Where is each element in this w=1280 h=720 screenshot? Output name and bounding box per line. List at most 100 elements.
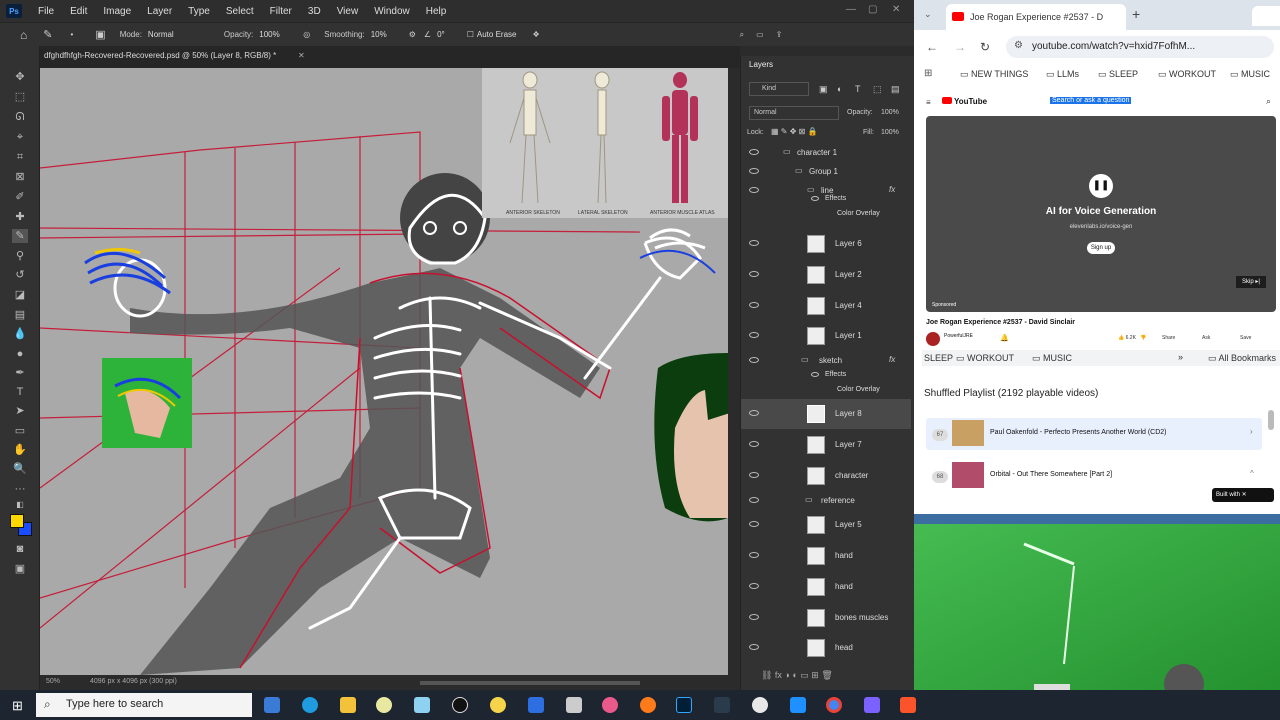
dodge-tool-icon[interactable]: ●	[12, 347, 28, 361]
built-with-badge[interactable]: Built with ✕	[1212, 488, 1274, 502]
screen-mode-icon[interactable]: ▣	[12, 562, 28, 576]
file-explorer-icon[interactable]	[340, 697, 356, 713]
menu-3d[interactable]: 3D	[300, 6, 329, 17]
mode-select[interactable]: Normal	[148, 30, 218, 39]
fill-value[interactable]: 100%	[881, 129, 899, 136]
workspace-icon[interactable]: ▭	[756, 30, 764, 39]
filter-type-icon[interactable]: T	[855, 84, 861, 94]
ad-signup-button[interactable]: Sign up	[1087, 242, 1115, 254]
app-icon-3[interactable]	[452, 697, 468, 713]
menu-help[interactable]: Help	[418, 6, 455, 17]
hand-tool-icon[interactable]: ✋	[12, 443, 28, 457]
tab-list-icon[interactable]: ⌄	[924, 9, 932, 20]
minimize-icon[interactable]: —	[846, 4, 856, 15]
horizontal-scrollbar[interactable]	[420, 681, 640, 685]
all-bookmarks[interactable]: ▭ All Bookmarks	[1208, 353, 1276, 364]
effects-row[interactable]: Effects	[741, 192, 911, 208]
pause-icon[interactable]: ❚❚	[1089, 174, 1113, 198]
smoothing-field[interactable]: 10%	[371, 30, 405, 39]
app-icon-8[interactable]	[752, 697, 768, 713]
visibility-eye-icon[interactable]	[749, 302, 759, 308]
windows-start-icon[interactable]: ⊞	[12, 698, 23, 714]
menu-view[interactable]: View	[329, 6, 367, 17]
close-document-icon[interactable]: ✕	[298, 51, 305, 60]
quick-mask-icon[interactable]: ◙	[12, 542, 28, 556]
auto-erase-checkbox[interactable]: ☐	[467, 30, 474, 39]
lock-icons[interactable]: ▦ ✎ ✥ ⊠ 🔒	[771, 127, 818, 136]
more-bookmarks-icon[interactable]: »	[1178, 352, 1183, 362]
bookmark-music[interactable]: ▭ MUSIC	[1230, 69, 1270, 80]
pencil-tool-icon[interactable]: ✎	[43, 28, 52, 41]
bookmark-workout[interactable]: ▭ WORKOUT	[1158, 69, 1216, 80]
skip-ad-button[interactable]: Skip ▸|	[1236, 276, 1266, 288]
symmetry-icon[interactable]: ❖	[532, 30, 539, 39]
new-tab-icon[interactable]: +	[1132, 6, 1140, 22]
chrome-taskbar-icon[interactable]	[826, 697, 842, 713]
chevron-right-icon[interactable]: ›	[1250, 427, 1253, 436]
opacity-field[interactable]: 100%	[259, 30, 293, 39]
browser-tab-active[interactable]: Joe Rogan Experience #2537 - D	[946, 4, 1126, 30]
menu-select[interactable]: Select	[218, 6, 262, 17]
chevron-up-icon[interactable]: ^	[1250, 469, 1254, 478]
app-icon-9[interactable]	[790, 697, 806, 713]
video-player[interactable]: ❚❚ AI for Voice Generation elevenlabs.io…	[926, 116, 1276, 312]
layer-opacity-value[interactable]: 100%	[881, 109, 899, 116]
stamp-tool-icon[interactable]: ⚲	[12, 249, 28, 263]
home-icon[interactable]: ⌂	[20, 28, 27, 42]
menu-layer[interactable]: Layer	[139, 6, 180, 17]
bookmark-sleep-2[interactable]: SLEEP	[924, 353, 953, 363]
layer-row[interactable]: hand	[741, 572, 911, 602]
filter-smart-icon[interactable]: ▤	[891, 84, 900, 95]
canvas[interactable]: ANTERIOR SKELETON LATERAL SKELETON ANTER…	[40, 68, 728, 675]
filter-adjustment-icon[interactable]: ◐	[837, 84, 842, 94]
brush-size-icon[interactable]: •	[70, 30, 73, 39]
reload-icon[interactable]: ↻	[980, 40, 990, 54]
move-tool-icon[interactable]: ✥	[12, 70, 28, 84]
menu-window[interactable]: Window	[366, 6, 418, 17]
gradient-icon[interactable]: ▤	[12, 308, 28, 322]
marquee-tool-icon[interactable]: ⬚	[12, 90, 28, 104]
path-select-icon[interactable]: ➤	[12, 404, 28, 418]
brave-icon[interactable]	[900, 697, 916, 713]
visibility-eye-icon[interactable]	[749, 168, 759, 174]
layer-row[interactable]: Layer 5	[741, 510, 911, 540]
youtube-logo[interactable]: YouTube	[942, 97, 987, 106]
layer-filter-kind[interactable]: Kind	[749, 82, 809, 96]
visibility-eye-icon[interactable]	[749, 149, 759, 155]
back-icon[interactable]: ←	[926, 40, 938, 54]
app-icon-4[interactable]	[490, 697, 506, 713]
app-icon-6[interactable]	[602, 697, 618, 713]
crop-tool-icon[interactable]: ⌗	[12, 150, 28, 164]
playlist-scrollbar[interactable]	[1268, 410, 1274, 430]
share-icon[interactable]: ⇪	[776, 30, 783, 39]
menu-icon[interactable]: ≡	[926, 98, 931, 107]
notification-bell-icon[interactable]: 🔔	[1000, 334, 1009, 342]
forward-icon[interactable]: →	[954, 40, 966, 54]
visibility-eye-icon[interactable]	[749, 552, 759, 558]
dislike-icon[interactable]: 👎	[1140, 335, 1146, 341]
apps-icon[interactable]: ⊞	[924, 68, 932, 79]
bookmark-llms[interactable]: ▭ LLMs	[1046, 69, 1079, 80]
visibility-eye-icon[interactable]	[749, 583, 759, 589]
layer-row[interactable]: bones muscles	[741, 603, 911, 633]
type-tool-icon[interactable]: T	[12, 385, 28, 399]
default-colors-icon[interactable]: ◧	[12, 498, 28, 512]
lasso-tool-icon[interactable]: ᘏ	[12, 110, 28, 124]
layer-row[interactable]: Layer 7	[741, 430, 911, 460]
visibility-eye-icon[interactable]	[749, 271, 759, 277]
visibility-eye-icon[interactable]	[749, 644, 759, 650]
eraser-icon[interactable]: ◪	[12, 288, 28, 302]
visibility-eye-icon[interactable]	[749, 497, 759, 503]
layer-row-selected[interactable]: Layer 8	[741, 399, 911, 429]
taskbar-search-input[interactable]: ⌕ Type here to search	[36, 693, 252, 717]
menu-type[interactable]: Type	[180, 6, 218, 17]
share-button[interactable]: Share	[1162, 335, 1175, 341]
youtube-search-icon[interactable]: ⌕	[1266, 96, 1271, 107]
search-icon[interactable]: ⌕	[740, 30, 744, 40]
pencil-icon[interactable]: ✎	[12, 229, 28, 243]
smoothing-gear-icon[interactable]: ⚙	[409, 30, 416, 39]
app-icon-10[interactable]	[864, 697, 880, 713]
task-view-icon[interactable]	[264, 697, 280, 713]
like-button[interactable]: 👍 6.2K	[1118, 335, 1136, 341]
zoom-level[interactable]: 50%	[46, 678, 60, 685]
